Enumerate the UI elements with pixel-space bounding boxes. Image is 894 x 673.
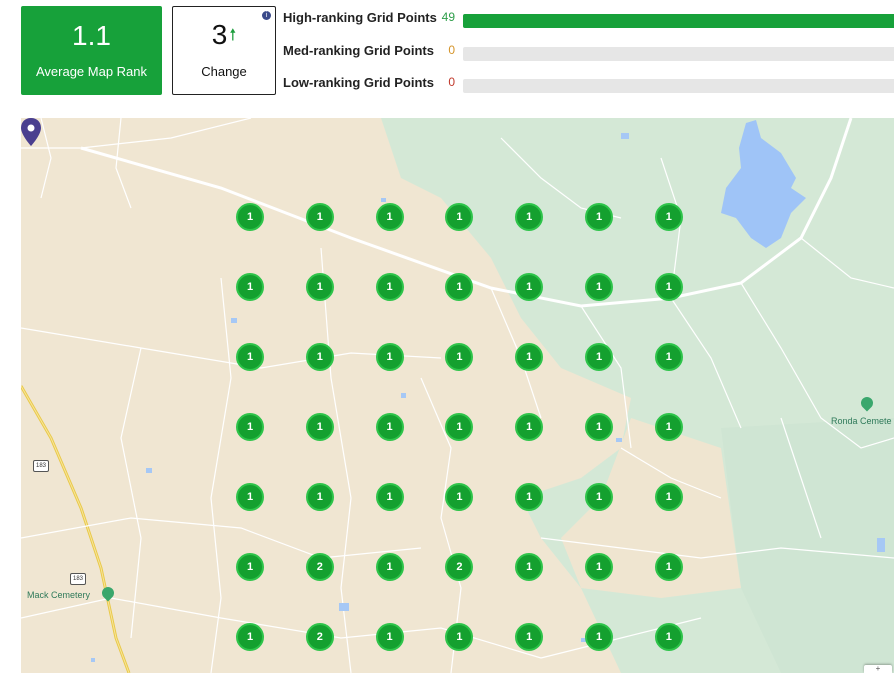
grid-point-pin[interactable]: 1 [236, 203, 264, 231]
grid-point-pin[interactable]: 1 [585, 343, 613, 371]
grid-point-pin[interactable]: 1 [305, 343, 334, 371]
highway-shield: 183 [70, 573, 86, 585]
change-value: 3 🠕 [173, 19, 275, 52]
grid-point-pin[interactable]: 1 [585, 623, 613, 651]
grid-point-pin[interactable]: 1 [515, 273, 544, 301]
grid-point-pin[interactable]: 1 [236, 623, 264, 651]
grid-point-pin[interactable]: 1 [236, 553, 264, 581]
grid-point-pin[interactable]: 1 [585, 413, 613, 441]
grid-point-pin[interactable]: 1 [515, 483, 544, 511]
grid-point-pin[interactable]: 1 [375, 343, 404, 371]
stat-count: 0 [448, 43, 455, 57]
stat-label: High-ranking Grid Points [283, 10, 437, 25]
stat-bar-track [463, 47, 894, 61]
grid-point-pin[interactable]: 1 [585, 273, 613, 301]
place-label[interactable]: Ronda Cemete [831, 416, 892, 426]
arrow-up-icon: 🠕 [229, 27, 237, 44]
change-number: 3 [211, 19, 228, 50]
change-label: Change [201, 64, 247, 79]
grid-point-pin[interactable]: 1 [236, 413, 264, 441]
grid-point-pin[interactable]: 1 [305, 483, 334, 511]
map-view[interactable]: 183 183 Mack Cemetery Ronda Cemete 1 1 1 1 1… [21, 118, 894, 673]
stat-row-high: High-ranking Grid Points 49 [283, 10, 894, 28]
stat-bar-track [463, 14, 894, 28]
stat-count: 49 [441, 10, 455, 24]
grid-point-pin[interactable]: 1 [375, 483, 404, 511]
grid-point-pin[interactable]: 1 [654, 203, 683, 231]
grid-point-pin[interactable]: 1 [654, 413, 683, 441]
location-pin-icon[interactable] [21, 118, 41, 146]
grid-point-pin[interactable]: 1 [515, 413, 544, 441]
grid-point-pin[interactable]: 1 [654, 273, 683, 301]
stat-label: Med-ranking Grid Points [283, 43, 434, 58]
grid-point-pin[interactable]: 1 [654, 623, 683, 651]
stat-count: 0 [448, 75, 455, 89]
grid-point-pin[interactable]: 2 [305, 553, 334, 581]
average-rank-label: Average Map Rank [35, 64, 148, 79]
grid-point-pin[interactable]: 1 [375, 413, 404, 441]
grid-point-pin[interactable]: 1 [515, 203, 544, 231]
stat-bar-track [463, 79, 894, 93]
stat-bar-fill [463, 14, 894, 28]
change-card: i 3 🠕 Change [172, 6, 276, 95]
grid-point-pin[interactable]: 1 [515, 623, 544, 651]
grid-point-pin[interactable]: 1 [375, 623, 404, 651]
average-map-rank-card: 1.1 Average Map Rank [21, 6, 162, 95]
highway-shield: 183 [33, 460, 49, 472]
place-label[interactable]: Mack Cemetery [27, 590, 90, 600]
grid-point-pin[interactable]: 1 [585, 483, 613, 511]
stat-row-low: Low-ranking Grid Points 0 [283, 75, 894, 93]
grid-point-pin[interactable]: 1 [236, 343, 264, 371]
grid-point-pin[interactable]: 1 [305, 413, 334, 441]
grid-point-pin[interactable]: 1 [236, 483, 264, 511]
grid-point-pin[interactable]: 1 [585, 553, 613, 581]
grid-point-pin[interactable]: 1 [654, 343, 683, 371]
grid-point-pin[interactable]: 1 [305, 203, 334, 231]
zoom-in-button[interactable]: + [864, 665, 892, 673]
grid-point-pin[interactable]: 1 [654, 483, 683, 511]
grid-point-pin[interactable]: 1 [654, 553, 683, 581]
average-rank-value: 1.1 [72, 20, 111, 51]
map-base [21, 118, 894, 673]
grid-point-pin[interactable]: 1 [375, 273, 404, 301]
stat-row-med: Med-ranking Grid Points 0 [283, 43, 894, 61]
stat-label: Low-ranking Grid Points [283, 75, 434, 90]
grid-point-pin[interactable]: 1 [236, 273, 264, 301]
grid-point-pin[interactable]: 1 [515, 343, 544, 371]
grid-point-pin[interactable]: 1 [375, 203, 404, 231]
grid-point-pin[interactable]: 2 [305, 623, 334, 651]
highway-183 [21, 385, 131, 673]
grid-point-pin[interactable]: 1 [305, 273, 334, 301]
grid-point-pin[interactable]: 1 [515, 553, 544, 581]
grid-point-pin[interactable]: 1 [375, 553, 404, 581]
grid-point-pin[interactable]: 1 [585, 203, 613, 231]
